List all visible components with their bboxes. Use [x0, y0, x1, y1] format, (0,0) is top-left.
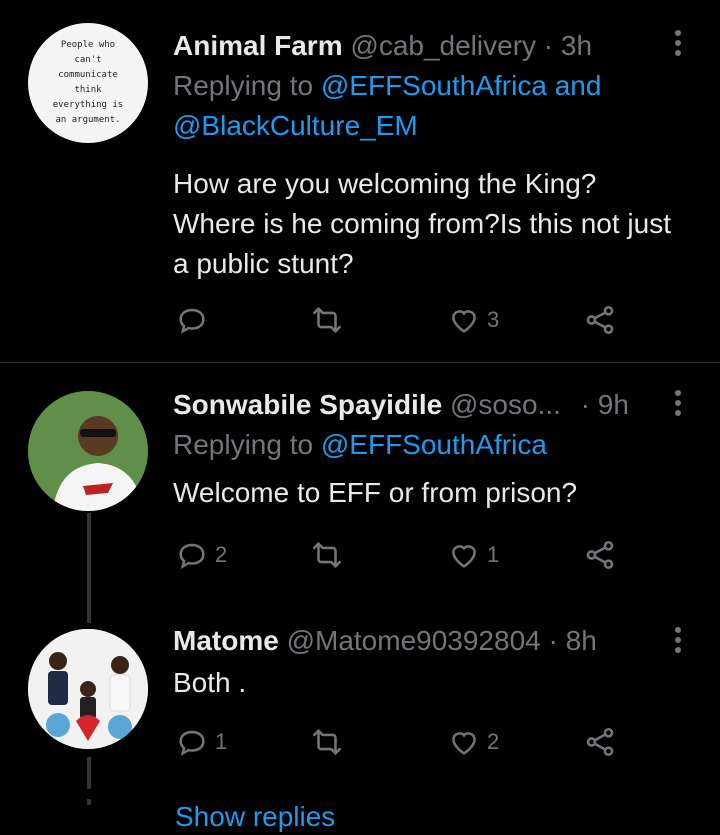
show-replies-link[interactable]: Show replies [175, 799, 335, 835]
retweet-button[interactable] [310, 722, 350, 762]
tweet-time[interactable]: 8h [566, 625, 597, 656]
like-icon [452, 310, 476, 333]
retweet-button[interactable] [310, 300, 350, 340]
tweet-time[interactable]: 9h [598, 389, 629, 420]
like-count: 1 [487, 542, 500, 567]
avatar[interactable] [28, 391, 148, 511]
tweet-header: Matome @Matome90392804 · 8h [173, 623, 680, 659]
more-icon[interactable] [674, 390, 682, 416]
like-count: 3 [487, 307, 500, 332]
tweet-sonwabile[interactable]: Sonwabile Spayidile @soso... · 9h Replyi… [0, 363, 720, 623]
reply-button[interactable]: 2 [175, 535, 227, 575]
reply-icon [179, 543, 205, 569]
avatar[interactable] [28, 629, 148, 749]
more-icon[interactable] [674, 627, 682, 653]
tweet-header: Animal Farm @cab_delivery · 3h [173, 28, 680, 64]
reply-count: 2 [215, 542, 228, 567]
replying-prefix: Replying to [173, 429, 314, 460]
retweet-icon [312, 542, 342, 568]
avatar-quote-text: People who can't communicate think every… [52, 40, 124, 125]
share-icon [586, 305, 614, 335]
author-name[interactable]: Sonwabile Spayidile [173, 389, 442, 420]
share-icon [586, 540, 614, 570]
share-button[interactable] [583, 300, 617, 340]
author-name[interactable]: Animal Farm [173, 30, 343, 61]
reply-button[interactable] [175, 300, 215, 340]
retweet-button[interactable] [310, 535, 350, 575]
author-handle[interactable]: @cab_delivery [350, 30, 536, 61]
reply-button[interactable]: 1 [175, 722, 227, 762]
replying-prefix: Replying to [173, 70, 314, 101]
author-handle[interactable]: @soso... [450, 389, 561, 420]
share-button[interactable] [583, 535, 617, 575]
author-handle[interactable]: @Matome90392804 [287, 625, 541, 656]
replying-and[interactable]: and [555, 70, 602, 101]
separator: · [580, 389, 590, 420]
like-button[interactable]: 1 [447, 535, 499, 575]
avatar-photo [28, 629, 148, 749]
tweet-time[interactable]: 3h [561, 30, 592, 61]
like-button[interactable]: 2 [447, 722, 499, 762]
like-button[interactable]: 3 [447, 300, 499, 340]
reply-count: 1 [215, 729, 228, 754]
thread-connector [87, 513, 91, 623]
reply-icon [179, 308, 205, 334]
tweet-header: Sonwabile Spayidile @soso... · 9h [173, 387, 680, 423]
thread-dots [87, 799, 91, 805]
more-icon[interactable] [674, 30, 682, 56]
mention-link[interactable]: @BlackCulture_EM [173, 110, 418, 141]
share-icon [586, 727, 614, 757]
tweet-text: Welcome to EFF or from prison? [173, 477, 578, 508]
like-icon [452, 732, 476, 755]
share-button[interactable] [583, 722, 617, 762]
like-icon [452, 545, 476, 568]
tweet-animal-farm[interactable]: People who can't communicate think every… [0, 0, 720, 362]
like-count: 2 [487, 729, 500, 754]
mention-link[interactable]: @EFFSouthAfrica [321, 429, 547, 460]
tweet-text: Both . [173, 667, 247, 698]
separator: · [543, 30, 554, 61]
separator: · [548, 625, 558, 656]
thread-connector [87, 757, 91, 789]
tweet-matome[interactable]: Matome @Matome90392804 · 8h Both . 1 2 S… [0, 623, 720, 832]
replying-to: Replying to @EFFSouthAfrica [173, 425, 680, 465]
avatar-photo [28, 391, 148, 511]
retweet-icon [312, 729, 342, 755]
avatar[interactable]: People who can't communicate think every… [28, 23, 148, 143]
reply-icon [179, 730, 205, 756]
tweet-text: How are you welcoming the King? Where is… [173, 168, 671, 279]
replying-to: Replying to @EFFSouthAfrica and @BlackCu… [173, 66, 680, 146]
mention-link[interactable]: @EFFSouthAfrica [321, 70, 547, 101]
author-name[interactable]: Matome [173, 625, 279, 656]
retweet-icon [312, 307, 342, 333]
